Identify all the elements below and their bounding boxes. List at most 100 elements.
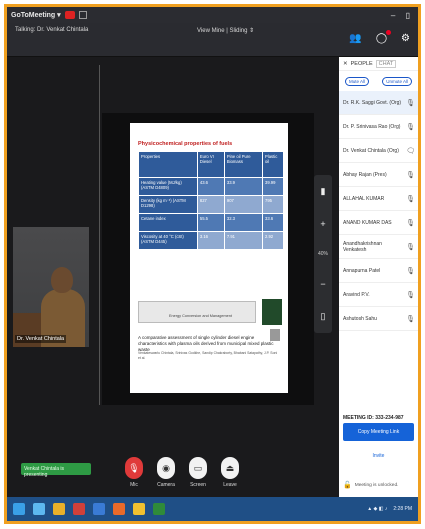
- zoom-in-icon[interactable]: +: [320, 219, 325, 229]
- screen-icon[interactable]: ▭: [189, 457, 207, 479]
- view-selector[interactable]: View Mine | Sliding ⇕: [197, 27, 254, 34]
- leave-control[interactable]: ⏏ Leave: [221, 457, 239, 488]
- panel-tabs: ✕ PEOPLE CHAT: [339, 57, 418, 71]
- table-row: Heating value (MJ/kg) (ASTM D4809) 43.6 …: [138, 177, 285, 196]
- mic-icon[interactable]: 🎙: [406, 267, 415, 275]
- tab-people[interactable]: PEOPLE: [351, 61, 373, 67]
- participant-name: Dr. P. Srinivasa Rao (Org): [343, 123, 401, 130]
- list-item[interactable]: Aravind P.V. 🎙: [339, 283, 418, 307]
- people-icon[interactable]: 👥: [349, 33, 361, 44]
- screen-share-window: Physicochemical properties of fuels Prop…: [102, 113, 314, 405]
- table-cell: 7.91: [223, 231, 263, 250]
- paper-authors: Venkateswarlu Chintala, Srinivas Godkhe,…: [138, 351, 278, 360]
- table-header: Plastic oil: [261, 151, 285, 178]
- lock-status[interactable]: 🔓 Meeting is unlocked.: [343, 481, 398, 489]
- title-bar: GoToMeeting ▾ – ▯: [7, 7, 418, 23]
- list-item[interactable]: Dr. R.K. Saggi Govt. (Org) 🎙: [339, 91, 418, 115]
- mic-icon[interactable]: 🎙: [406, 195, 415, 203]
- mic-icon[interactable]: 🎙: [406, 315, 415, 323]
- copy-meeting-link-button[interactable]: Copy Meeting Link: [343, 423, 414, 441]
- table-cell: Viscosity at 40 °C (cSt) (ASTM D445): [138, 231, 198, 250]
- chat-icon[interactable]: 🗨: [406, 147, 415, 155]
- mic-icon[interactable]: 🎙: [406, 171, 415, 179]
- active-speaker-label: Talking: Dr. Venkat Chintala: [15, 27, 89, 33]
- taskbar-app-icon[interactable]: [73, 503, 85, 515]
- journal-name: Energy Conversion and Management: [169, 314, 232, 318]
- participant-name: Anandhakrishnan Venkatesh: [343, 240, 382, 253]
- list-item[interactable]: Anandhakrishnan Venkatesh 🎙: [339, 235, 418, 259]
- table-cell: 39.99: [261, 177, 285, 196]
- control-label: Mic: [130, 482, 138, 488]
- os-taskbar: ▲ ◆ ◧ ♪ 2:28 PM: [7, 497, 418, 521]
- system-tray: ▲ ◆ ◧ ♪ 2:28 PM: [367, 506, 412, 512]
- table-cell: 43.6: [196, 177, 225, 196]
- table-row: Cetane index 55.5 32.3 33.6: [138, 213, 285, 232]
- app-menu[interactable]: GoToMeeting ▾: [11, 11, 61, 19]
- participant-name: Dr. Venkat Chintala (Org): [343, 147, 399, 154]
- list-item[interactable]: Annapurna Patel 🎙: [339, 259, 418, 283]
- table-header: Euro VI Diesel: [196, 151, 225, 178]
- list-item[interactable]: Ashutosh Sahu 🎙: [339, 307, 418, 331]
- list-item[interactable]: Abhay Rajan (Pres) 🎙: [339, 163, 418, 187]
- presenting-status-chip: Venkat Chintala is presenting: [21, 463, 91, 478]
- participant-name: Aravind P.V.: [343, 291, 370, 298]
- tray-icons[interactable]: ▲ ◆ ◧ ♪: [367, 506, 387, 512]
- list-item[interactable]: Dr. P. Srinivasa Rao (Org) 🎙: [339, 115, 418, 139]
- journal-banner: Energy Conversion and Management: [138, 301, 256, 323]
- journal-cover-image: [262, 299, 282, 325]
- participant-video-tile[interactable]: Dr. Venkat Chintala: [13, 227, 89, 347]
- tab-chat[interactable]: CHAT: [375, 59, 397, 68]
- participant-name: Dr. R.K. Saggi Govt. (Org): [343, 99, 402, 106]
- folder-icon[interactable]: [53, 503, 65, 515]
- table-cell: 2.92: [261, 231, 285, 250]
- mute-all-button[interactable]: Mute All: [345, 76, 370, 86]
- table-cell: 32.3: [223, 213, 263, 232]
- taskbar-app-icon[interactable]: [133, 503, 145, 515]
- drawing-tool-icon[interactable]: ▮: [321, 186, 326, 197]
- start-menu-icon[interactable]: [13, 503, 25, 515]
- meeting-id: MEETING ID: 333-234-987: [343, 415, 404, 421]
- table-cell: 33.9: [223, 177, 263, 196]
- invite-button[interactable]: Invite: [343, 449, 414, 463]
- slide-title: Physicochemical properties of fuels: [138, 141, 233, 147]
- mic-icon[interactable]: 🎙: [406, 219, 415, 227]
- zoom-out-icon[interactable]: −: [320, 279, 325, 289]
- list-item[interactable]: Dr. Venkat Chintala (Org) 🗨: [339, 139, 418, 163]
- control-label: Camera: [157, 482, 175, 488]
- browser-icon[interactable]: [93, 503, 105, 515]
- taskbar-app-icon[interactable]: [153, 503, 165, 515]
- unmute-all-button[interactable]: Unmute All: [382, 76, 412, 86]
- chat-bubble-icon[interactable]: ◯: [376, 30, 392, 44]
- table-cell: 55.5: [196, 213, 225, 232]
- mic-icon[interactable]: 🎙: [406, 291, 415, 299]
- mic-icon[interactable]: 🎙: [406, 243, 415, 251]
- info-bar: Talking: Dr. Venkat Chintala View Mine |…: [7, 23, 418, 57]
- window-controls[interactable]: – ▯: [391, 11, 414, 20]
- pause-icon[interactable]: [78, 11, 87, 19]
- table-cell: 33.6: [261, 213, 285, 232]
- table-header: Properties: [138, 151, 198, 178]
- list-item[interactable]: ALLAHAL KUMAR 🎙: [339, 187, 418, 211]
- taskbar-app-icon[interactable]: [33, 503, 45, 515]
- list-item[interactable]: ANAND KUMAR DAS 🎙: [339, 211, 418, 235]
- leave-icon[interactable]: ⏏: [221, 457, 239, 479]
- mic-control[interactable]: 🎙 Mic: [125, 457, 143, 488]
- lock-icon[interactable]: 🔓: [343, 481, 352, 489]
- pointer-tool-icon[interactable]: ▯: [321, 311, 326, 322]
- mic-icon[interactable]: 🎙: [406, 123, 415, 131]
- top-right-icons: 👥 ◯ ⚙: [349, 30, 410, 44]
- table-cell: 3.16: [196, 231, 225, 250]
- screen-control[interactable]: ▭ Screen: [189, 457, 207, 488]
- table-cell: Density (kg m⁻³) (ASTM D1298): [138, 195, 198, 214]
- taskbar-app-icon[interactable]: [113, 503, 125, 515]
- mic-icon[interactable]: 🎙: [406, 99, 415, 107]
- properties-table: Properties Euro VI Diesel Pine oil Pure …: [138, 151, 285, 250]
- camera-control[interactable]: ◉ Camera: [157, 457, 175, 488]
- close-icon[interactable]: ✕: [343, 61, 348, 67]
- people-panel: ✕ PEOPLE CHAT Mute All Unmute All Dr. R.…: [339, 57, 418, 497]
- camera-icon[interactable]: ◉: [157, 457, 175, 479]
- settings-icon[interactable]: ⚙: [401, 33, 410, 44]
- app-window: GoToMeeting ▾ – ▯ Talking: Dr. Venkat Ch…: [4, 4, 421, 524]
- mic-icon[interactable]: 🎙: [125, 457, 143, 479]
- participant-name: ALLAHAL KUMAR: [343, 195, 385, 202]
